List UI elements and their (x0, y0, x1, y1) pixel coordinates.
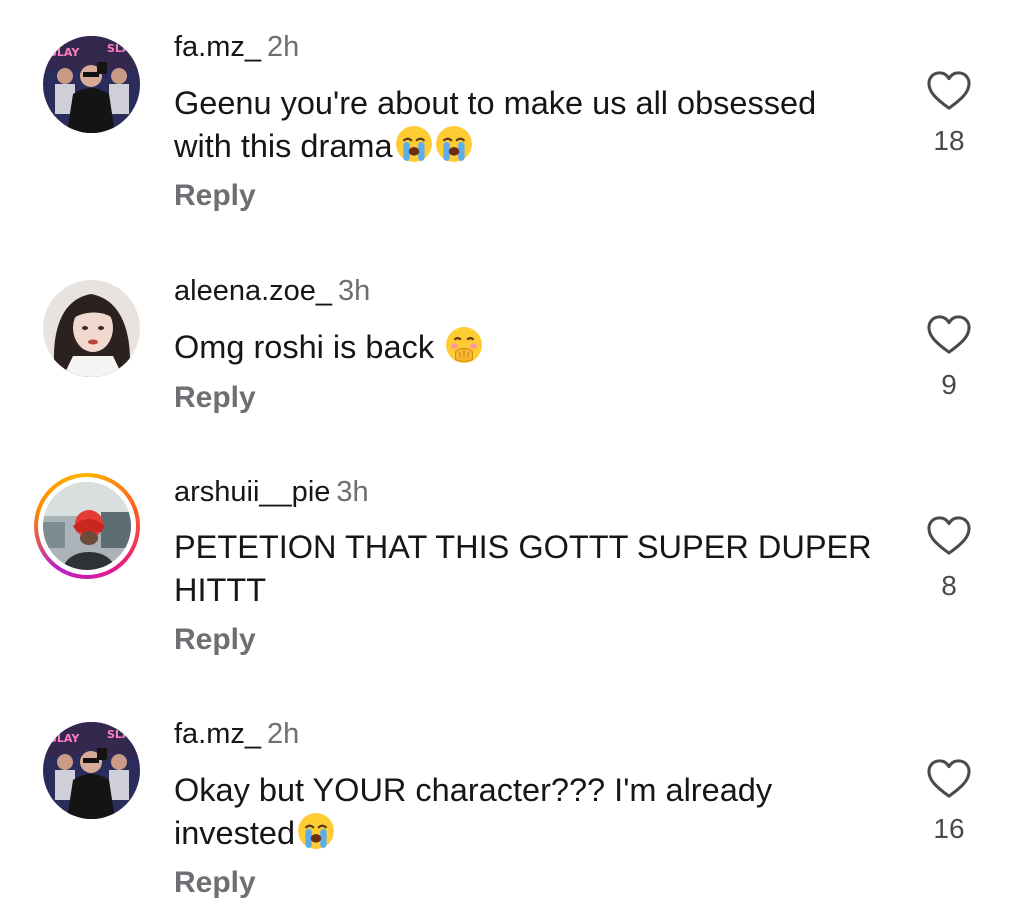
avatar[interactable]: SLAY SLAY (43, 722, 140, 819)
reply-button[interactable]: Reply (174, 622, 256, 658)
avatar-slay-text-right: SLAY (107, 42, 138, 55)
heart-icon[interactable] (926, 515, 972, 557)
avatar[interactable]: SLAY SLAY (43, 36, 140, 133)
comment-text: Okay but YOUR character??? I'm already i… (174, 769, 874, 855)
username[interactable]: fa.mz_ (174, 31, 261, 63)
username[interactable]: fa.mz_ (174, 718, 261, 750)
comment-body: PETETION THAT THIS GOTTT SUPER DUPER HIT… (174, 529, 872, 608)
timestamp: 2h (267, 31, 300, 63)
comment-body: Okay but YOUR character??? I'm already i… (174, 772, 773, 851)
loudly-crying-face-icon (395, 126, 432, 162)
heart-icon[interactable] (926, 314, 972, 356)
avatar-image (43, 280, 140, 377)
avatar-slay-text-right: SLAY (107, 728, 138, 741)
avatar-image: SLAY SLAY (43, 36, 140, 133)
comment-header: aleena.zoe_ 3h (174, 273, 370, 309)
comment-header: arshuii__pie 3h (174, 474, 369, 510)
reply-button[interactable]: Reply (174, 380, 256, 416)
loudly-crying-face-icon (435, 126, 472, 162)
comment-body: Geenu you're about to make us all obsess… (174, 85, 817, 164)
like-control: 16 (924, 758, 974, 846)
comment-text: Geenu you're about to make us all obsess… (174, 82, 874, 168)
like-control: 18 (924, 70, 974, 158)
timestamp: 3h (336, 476, 369, 508)
reply-button[interactable]: Reply (174, 178, 256, 214)
like-count: 9 (941, 369, 957, 400)
username[interactable]: aleena.zoe_ (174, 275, 332, 307)
comment-header: fa.mz_ 2h (174, 29, 299, 65)
like-count: 16 (933, 813, 965, 844)
timestamp: 2h (267, 718, 300, 750)
reply-button[interactable]: Reply (174, 865, 256, 901)
avatar-image: SLAY SLAY (43, 722, 140, 819)
heart-icon[interactable] (926, 70, 972, 112)
like-count: 18 (933, 125, 965, 156)
avatar-slay-text-left: SLAY (49, 732, 80, 745)
story-ring-gap (38, 477, 136, 575)
comment-text: PETETION THAT THIS GOTTT SUPER DUPER HIT… (174, 526, 874, 612)
avatar[interactable] (43, 280, 140, 377)
avatar-with-story-ring[interactable] (34, 473, 140, 579)
like-control: 9 (924, 314, 974, 402)
comment-body: Omg roshi is back (174, 329, 444, 365)
avatar-slay-text-left: SLAY (49, 46, 80, 59)
like-control: 8 (924, 515, 974, 603)
comment-header: fa.mz_ 2h (174, 716, 299, 752)
like-count: 8 (941, 570, 957, 601)
comment-text: Omg roshi is back (174, 326, 874, 369)
heart-icon[interactable] (926, 758, 972, 800)
avatar (43, 482, 131, 570)
timestamp: 3h (338, 275, 371, 307)
face-with-hand-over-mouth-icon (446, 327, 483, 363)
username[interactable]: arshuii__pie (174, 476, 330, 508)
loudly-crying-face-icon (298, 813, 335, 849)
avatar-image (43, 482, 131, 570)
